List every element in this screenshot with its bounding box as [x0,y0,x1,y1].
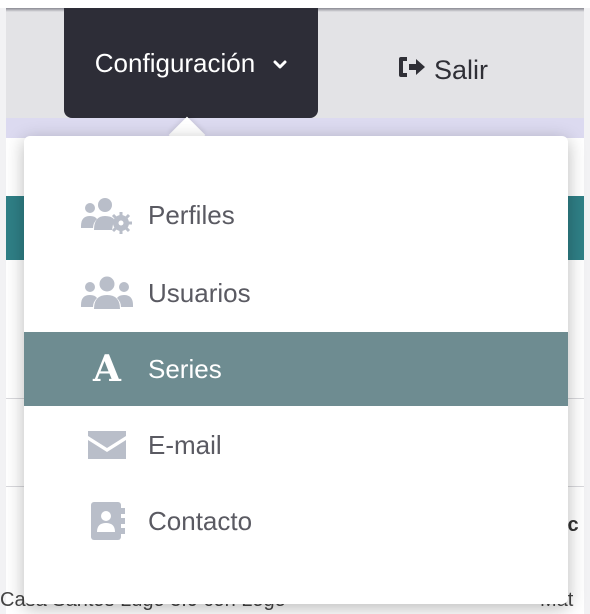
menu-item-usuarios[interactable]: Usuarios [24,256,568,330]
menu-item-contacto[interactable]: Contacto [24,484,568,558]
menu-item-series[interactable]: A Series [24,332,568,406]
font-icon: A [93,348,121,390]
users-cog-icon [80,195,134,235]
menu-item-label: Contacto [148,505,253,536]
configuracion-label: Configuración [94,47,256,78]
menu-item-label: Perfiles [148,199,235,230]
right-border [584,8,590,614]
logout-label: Salir [434,54,489,85]
users-icon [80,273,134,313]
menu-item-label: E-mail [148,429,222,460]
page-header-strip [6,118,584,138]
menu-item-label: Usuarios [148,277,251,308]
configuracion-menu-toggle[interactable]: Configuración [64,8,318,118]
menu-item-email[interactable]: E-mail [24,408,568,482]
envelope-icon [80,425,134,465]
menu-item-label: Series [148,353,222,384]
configuracion-dropdown: Perfiles Usuarios A Series E-mail Contac… [24,136,568,604]
address-book-icon [80,501,134,541]
sign-out-icon [398,55,426,86]
chevron-down-icon [273,57,287,73]
logout-button[interactable]: Salir [398,50,488,90]
menu-item-perfiles[interactable]: Perfiles [24,178,568,252]
